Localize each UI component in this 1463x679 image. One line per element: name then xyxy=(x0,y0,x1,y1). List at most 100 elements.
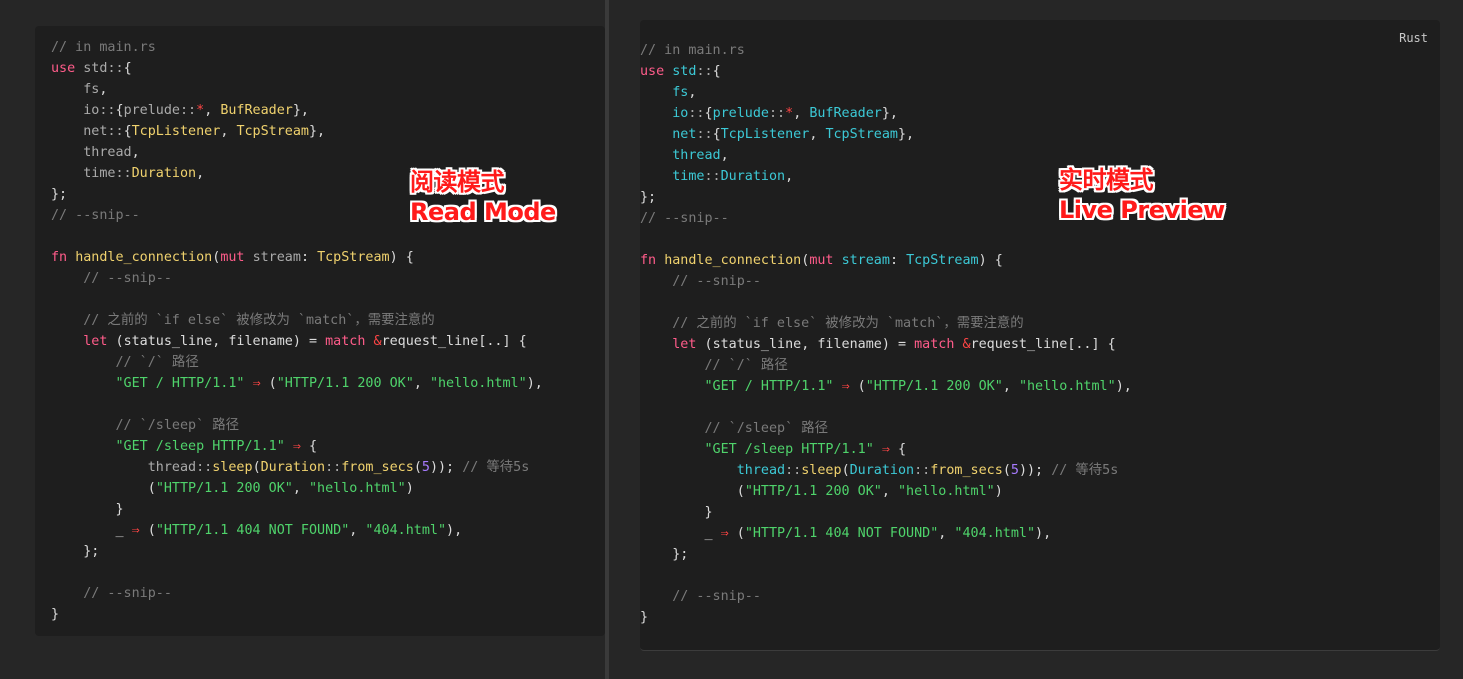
code-line: let (status_line, filename) = match &req… xyxy=(640,334,1132,355)
code-token: }; xyxy=(640,547,689,562)
code-token: io xyxy=(672,106,689,121)
code-token: :: xyxy=(688,106,705,121)
code-token: :: xyxy=(696,64,713,79)
code-token: // in main.rs xyxy=(51,40,156,55)
code-token: match xyxy=(914,337,955,352)
code-token: * xyxy=(196,103,205,118)
code-token: { xyxy=(115,103,124,118)
code-token: :: xyxy=(785,463,802,478)
code-line: }; xyxy=(640,544,1132,565)
code-token: "GET /sleep HTTP/1.1" xyxy=(115,439,285,454)
code-line: "GET /sleep HTTP/1.1" ⇒ { xyxy=(51,436,543,457)
code-token: // --snip-- xyxy=(83,586,172,601)
code-token: "404.html" xyxy=(954,526,1036,541)
code-line: let (status_line, filename) = match &req… xyxy=(51,331,543,352)
code-token: { xyxy=(704,106,713,121)
code-line: thread, xyxy=(640,145,1132,166)
code-token: "HTTP/1.1 200 OK" xyxy=(276,376,414,391)
code-line: io::{prelude::*, BufReader}, xyxy=(640,103,1132,124)
code-token: ⇒ xyxy=(292,439,301,454)
code-token: mut xyxy=(809,253,834,268)
code-token: from_secs xyxy=(930,463,1003,478)
code-token: "HTTP/1.1 404 NOT FOUND" xyxy=(155,523,350,538)
code-token: , xyxy=(196,166,205,181)
code-token: }, xyxy=(898,127,915,142)
code-line: // `/` 路径 xyxy=(640,355,1132,376)
code-token: , xyxy=(688,85,697,100)
code-line: // in main.rs xyxy=(640,40,1132,61)
code-line: use std::{ xyxy=(640,61,1132,82)
code-token: :: xyxy=(180,103,197,118)
code-token: }, xyxy=(292,103,309,118)
code-line: _ ⇒ ("HTTP/1.1 404 NOT FOUND", "404.html… xyxy=(51,520,543,541)
code-line: net::{TcpListener, TcpStream}, xyxy=(640,124,1132,145)
code-token: TcpStream xyxy=(906,253,979,268)
code-token: { xyxy=(712,127,721,142)
code-token: _ xyxy=(704,526,713,541)
code-line: thread, xyxy=(51,142,543,163)
code-token: :: xyxy=(914,463,931,478)
code-token: fs xyxy=(83,82,100,97)
code-token: & xyxy=(373,334,382,349)
code-line: fs, xyxy=(51,79,543,100)
code-token: ) = xyxy=(881,337,915,352)
annotation-read-mode-title: 阅读模式 xyxy=(410,168,504,196)
code-token: ), xyxy=(446,523,463,538)
code-token: Duration xyxy=(720,169,786,184)
code-token: , xyxy=(881,484,898,499)
code-token: TcpListener xyxy=(131,124,221,139)
code-token: , xyxy=(801,337,818,352)
code-line: _ ⇒ ("HTTP/1.1 404 NOT FOUND", "404.html… xyxy=(640,523,1132,544)
code-token: }; xyxy=(51,544,100,559)
code-token: io xyxy=(83,103,100,118)
annotation-live-preview: 实时模式 Live Preview xyxy=(1059,165,1225,225)
code-token: let xyxy=(672,337,697,352)
code-token: ( xyxy=(849,379,866,394)
code-line: io::{prelude::*, BufReader}, xyxy=(51,100,543,121)
code-token: stream xyxy=(252,250,301,265)
code-token: mut xyxy=(220,250,245,265)
code-token: // 之前的 `if else` 被修改为 `match`，需要注意的 xyxy=(83,313,435,328)
code-token: , xyxy=(220,124,237,139)
code-token: "HTTP/1.1 200 OK" xyxy=(744,484,882,499)
code-token: ), xyxy=(526,376,543,391)
code-token: _ xyxy=(115,523,124,538)
code-token: ) { xyxy=(389,250,414,265)
code-token: Duration xyxy=(849,463,915,478)
code-token: thread xyxy=(672,148,721,163)
code-token: : xyxy=(889,253,907,268)
code-token: handle_connection xyxy=(664,253,802,268)
code-line: // --snip-- xyxy=(640,586,1132,607)
code-token: status_line xyxy=(123,334,213,349)
code-token: filename xyxy=(228,334,293,349)
code-token: // --snip-- xyxy=(672,274,761,289)
code-token: ⇒ xyxy=(881,442,890,457)
code-text-live-preview[interactable]: // in main.rs use std::{ fs, io::{prelude… xyxy=(640,40,1132,628)
code-token: , xyxy=(204,103,221,118)
code-language-label: Rust xyxy=(1399,31,1428,45)
code-token: // `/` 路径 xyxy=(704,358,788,373)
code-token: // --snip-- xyxy=(51,208,140,223)
code-token: ( xyxy=(252,460,261,475)
code-line: // 之前的 `if else` 被修改为 `match`，需要注意的 xyxy=(51,310,543,331)
code-token: , xyxy=(413,376,430,391)
